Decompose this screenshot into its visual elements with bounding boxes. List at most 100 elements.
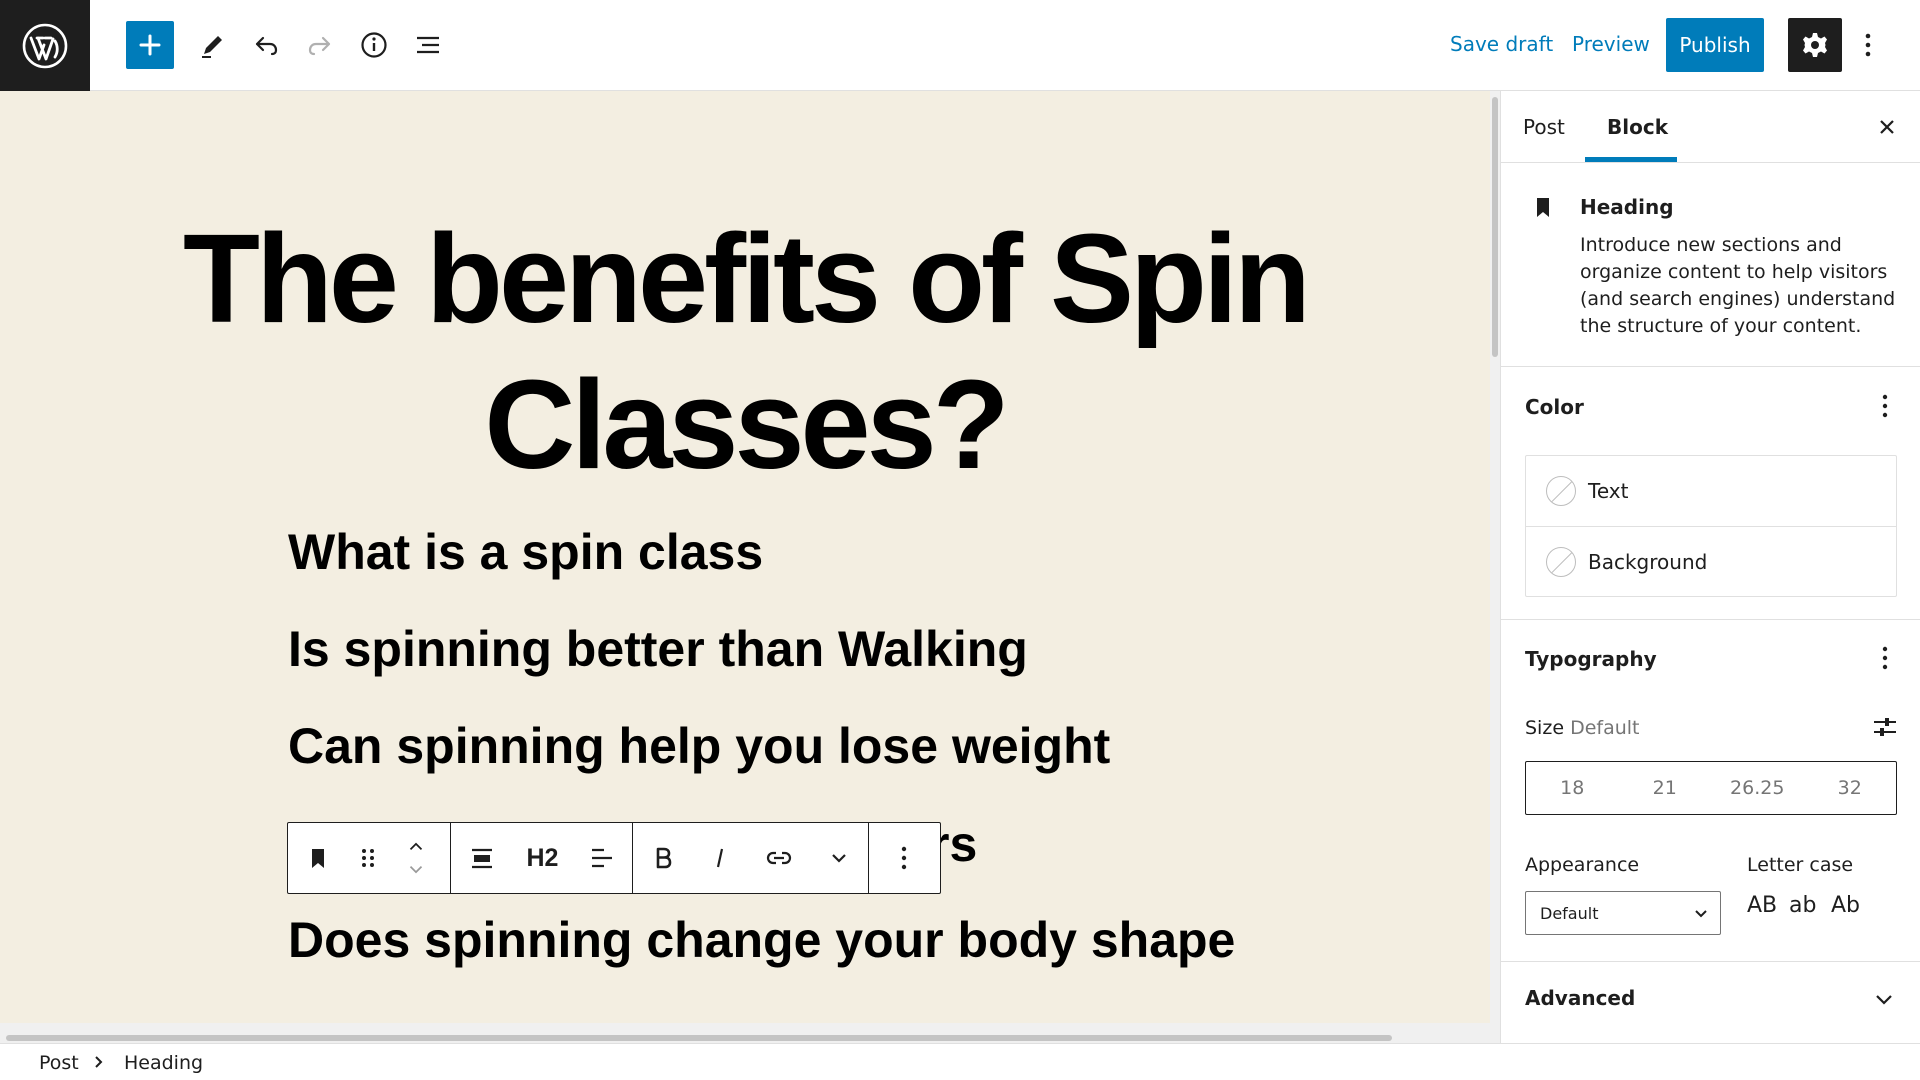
gear-icon <box>1803 33 1827 57</box>
typography-panel-options-button[interactable] <box>1873 643 1897 673</box>
heading-block[interactable]: What is a spin class <box>288 523 763 581</box>
post-title[interactable]: The benefits of Spin Classes? <box>100 206 1390 498</box>
appearance-select[interactable]: Default <box>1525 891 1721 935</box>
font-size-option[interactable]: 18 <box>1526 777 1619 799</box>
text-color-label: Text <box>1588 479 1629 503</box>
bold-icon <box>656 847 671 869</box>
text-color-option[interactable]: Text <box>1526 456 1896 526</box>
block-card: Heading Introduce new sections and organ… <box>1501 163 1920 367</box>
wordpress-logo-button[interactable] <box>0 0 90 91</box>
italic-icon <box>716 848 723 868</box>
font-size-label-text: Size <box>1525 717 1565 739</box>
block-toolbar-group-mover <box>288 823 451 893</box>
redo-icon <box>308 36 331 56</box>
font-size-option[interactable]: 32 <box>1804 777 1897 799</box>
custom-size-toggle-icon[interactable] <box>1871 713 1899 741</box>
plus-icon <box>139 34 161 56</box>
vertical-scroll-thumb[interactable] <box>1492 97 1498 357</box>
move-block-buttons[interactable] <box>388 823 443 893</box>
wordpress-icon <box>22 23 68 68</box>
save-draft-button[interactable]: Save draft <box>1450 32 1553 56</box>
tools-button[interactable] <box>188 21 236 69</box>
typography-panel-title: Typography <box>1525 647 1657 671</box>
font-size-current-value: Default <box>1570 717 1640 739</box>
align-wide-icon <box>471 848 492 869</box>
active-tab-indicator <box>1585 157 1677 162</box>
link-button[interactable] <box>747 823 811 893</box>
letter-case-label: Letter case <box>1747 854 1854 876</box>
heading-block[interactable]: Does spinning change your body shape <box>288 911 1235 969</box>
breadcrumb-heading[interactable]: Heading <box>124 1052 203 1074</box>
kebab-icon <box>901 846 907 870</box>
chevron-up-icon <box>409 842 422 850</box>
info-icon <box>361 32 387 58</box>
heading-block[interactable]: Can spinning help you lose weight <box>288 717 1110 775</box>
kebab-icon <box>1865 33 1871 57</box>
block-toolbar: H2 <box>287 822 941 894</box>
advanced-panel-toggle[interactable]: Advanced <box>1525 986 1635 1010</box>
close-sidebar-icon[interactable] <box>1873 113 1901 141</box>
undo-button[interactable] <box>242 21 290 69</box>
italic-button[interactable] <box>692 823 747 893</box>
bookmark-icon <box>312 849 324 868</box>
canvas-vertical-scrollbar[interactable] <box>1490 91 1500 1023</box>
block-card-title: Heading <box>1580 195 1674 219</box>
font-size-picker: 18 21 26.25 32 <box>1525 761 1897 815</box>
chevron-down-icon[interactable] <box>1871 986 1897 1012</box>
align-button[interactable] <box>451 823 513 893</box>
panel-divider <box>1501 961 1920 962</box>
drag-icon <box>362 849 374 867</box>
heading-level-button[interactable]: H2 <box>513 823 573 893</box>
publish-button[interactable]: Publish <box>1666 18 1764 72</box>
background-color-label: Background <box>1588 549 1708 574</box>
block-type-button[interactable] <box>288 823 348 893</box>
link-icon <box>766 851 792 865</box>
chevron-down-icon <box>832 854 846 863</box>
more-formats-button[interactable] <box>811 823 867 893</box>
font-size-option[interactable]: 26.25 <box>1711 777 1804 799</box>
options-menu-button[interactable] <box>1856 24 1880 66</box>
settings-sidebar: Post Block Heading Introduce new section… <box>1500 91 1920 1043</box>
chevron-down-icon <box>1695 910 1707 918</box>
heading-block[interactable]: Is spinning better than Walking <box>288 620 1028 678</box>
kebab-icon <box>1882 394 1888 418</box>
sidebar-tabs: Post Block <box>1501 91 1920 163</box>
empty-swatch-icon <box>1546 476 1576 506</box>
list-view-icon <box>417 36 439 54</box>
font-size-label: Size Default <box>1525 717 1640 739</box>
letter-case-capitalize-button[interactable]: Ab <box>1831 893 1860 918</box>
empty-swatch-icon <box>1546 546 1576 577</box>
block-toolbar-group-format: H2 <box>451 823 633 893</box>
block-toolbar-group-options <box>869 823 939 893</box>
preview-button[interactable]: Preview <box>1572 32 1650 56</box>
block-options-button[interactable] <box>869 823 939 893</box>
tab-block[interactable]: Block <box>1607 91 1668 163</box>
canvas-horizontal-scrollbar[interactable] <box>0 1023 1500 1043</box>
details-button[interactable] <box>350 21 398 69</box>
letter-case-lowercase-button[interactable]: ab <box>1789 893 1816 918</box>
horizontal-scroll-thumb[interactable] <box>6 1035 1392 1041</box>
tab-post[interactable]: Post <box>1523 91 1565 163</box>
editor-header: Save draft Preview Publish <box>0 0 1920 91</box>
breadcrumb-post[interactable]: Post <box>39 1052 79 1074</box>
align-left-icon <box>592 848 613 868</box>
redo-button[interactable] <box>296 21 344 69</box>
color-panel-title: Color <box>1525 395 1584 419</box>
panel-divider <box>1501 619 1920 620</box>
letter-case-uppercase-button[interactable]: AB <box>1747 893 1777 918</box>
list-view-button[interactable] <box>404 21 452 69</box>
editor-canvas[interactable]: The benefits of Spin Classes? What is a … <box>0 91 1490 1023</box>
drag-handle[interactable] <box>348 823 388 893</box>
undo-icon <box>255 36 278 56</box>
bold-button[interactable] <box>633 823 692 893</box>
settings-button[interactable] <box>1788 18 1842 72</box>
add-block-button[interactable] <box>126 21 174 69</box>
bookmark-icon <box>1537 198 1549 217</box>
block-card-description: Introduce new sections and organize cont… <box>1580 234 1896 337</box>
color-panel-options-button[interactable] <box>1873 391 1897 421</box>
background-color-option[interactable]: Background <box>1526 526 1896 596</box>
text-align-button[interactable] <box>572 823 632 893</box>
font-size-option[interactable]: 21 <box>1619 777 1712 799</box>
pencil-icon <box>202 36 222 58</box>
appearance-label: Appearance <box>1525 854 1640 876</box>
